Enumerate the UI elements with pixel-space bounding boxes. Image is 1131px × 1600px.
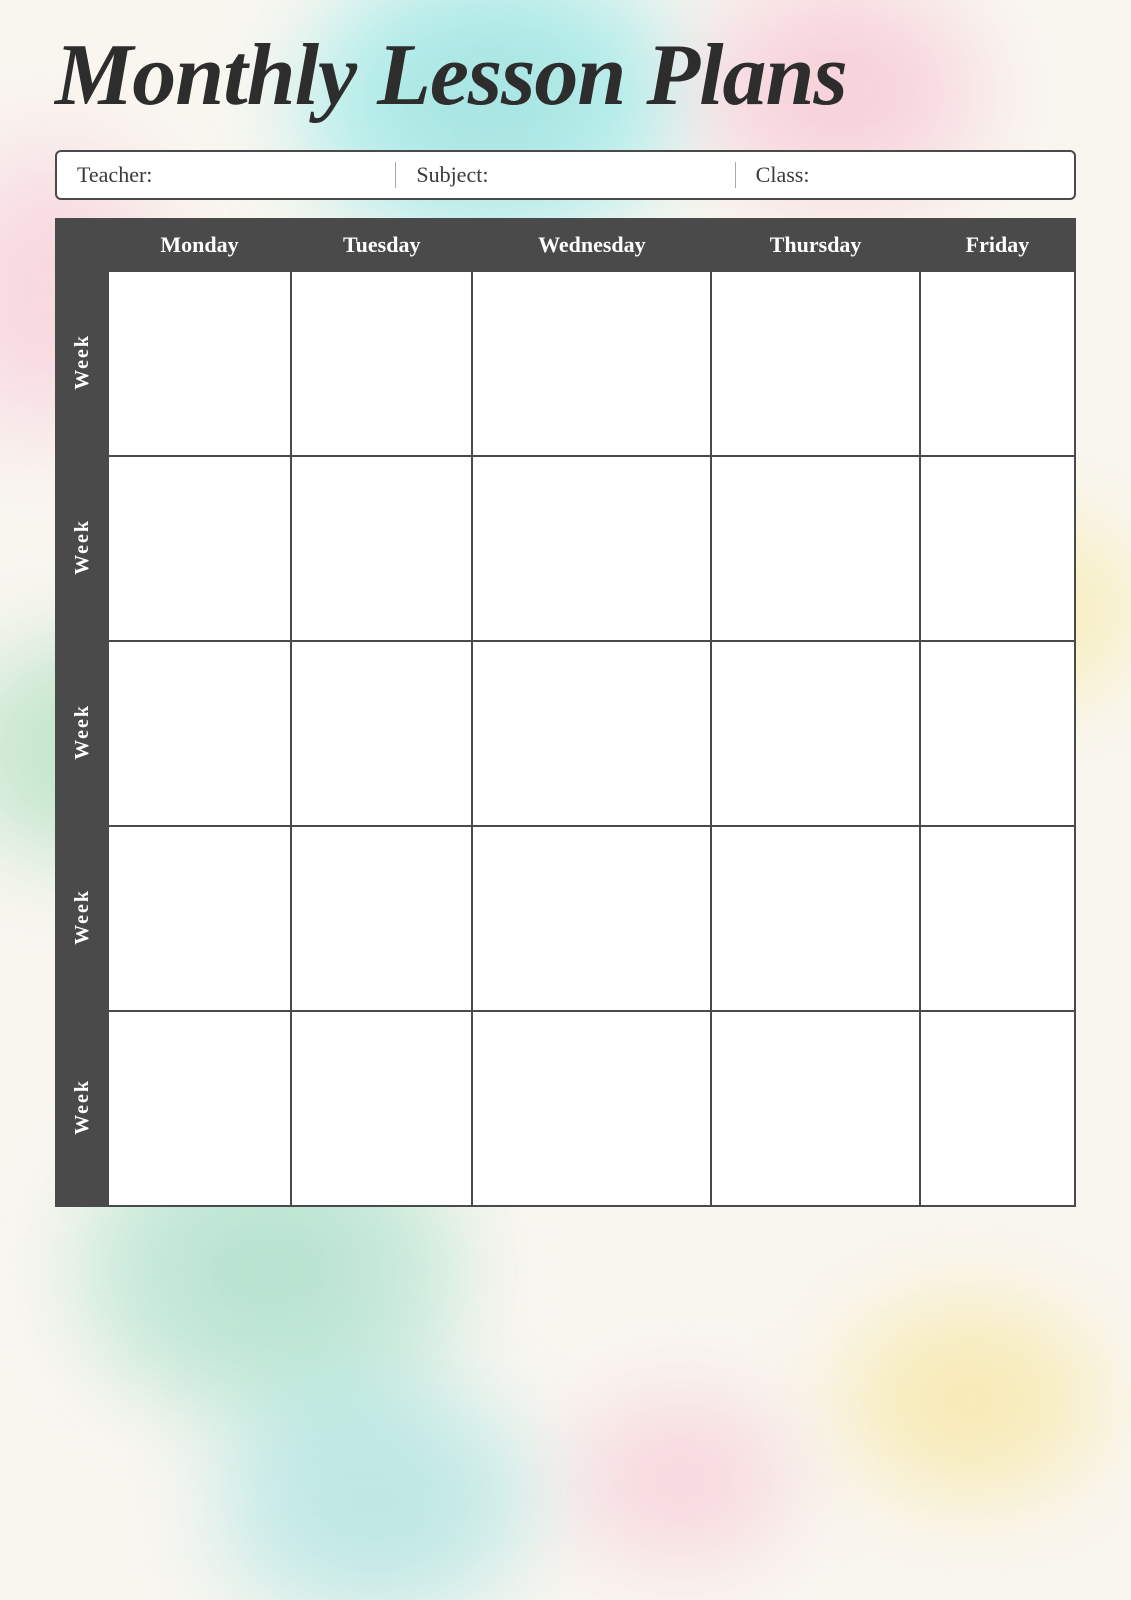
week-label-cell: Week (56, 826, 108, 1011)
subject-field[interactable]: Subject: (416, 162, 735, 188)
corner-header (56, 219, 108, 271)
cell-week1-thursday[interactable] (711, 271, 920, 456)
week-label: Week (71, 704, 94, 760)
week-row: Week (56, 271, 1075, 456)
week-label-cell: Week (56, 271, 108, 456)
cell-week4-wednesday[interactable] (472, 826, 711, 1011)
cell-week1-tuesday[interactable] (291, 271, 472, 456)
week-label-cell: Week (56, 456, 108, 641)
tuesday-header: Tuesday (291, 219, 472, 271)
week-label: Week (71, 334, 94, 390)
monday-header: Monday (108, 219, 291, 271)
cell-week4-thursday[interactable] (711, 826, 920, 1011)
cell-week4-tuesday[interactable] (291, 826, 472, 1011)
cell-week4-friday[interactable] (920, 826, 1075, 1011)
week-row: Week (56, 641, 1075, 826)
cell-week3-friday[interactable] (920, 641, 1075, 826)
cell-week4-monday[interactable] (108, 826, 291, 1011)
cell-week2-monday[interactable] (108, 456, 291, 641)
cell-week3-monday[interactable] (108, 641, 291, 826)
page-title: Monthly Lesson Plans (55, 30, 1076, 122)
week-label-cell: Week (56, 1011, 108, 1206)
cell-week2-wednesday[interactable] (472, 456, 711, 641)
wednesday-header: Wednesday (472, 219, 711, 271)
cell-week1-monday[interactable] (108, 271, 291, 456)
header-row: Monday Tuesday Wednesday Thursday Friday (56, 219, 1075, 271)
week-label: Week (71, 1079, 94, 1135)
cell-week1-friday[interactable] (920, 271, 1075, 456)
week-label: Week (71, 889, 94, 945)
week-row: Week (56, 456, 1075, 641)
cell-week5-monday[interactable] (108, 1011, 291, 1206)
teacher-field[interactable]: Teacher: (77, 162, 396, 188)
info-bar: Teacher: Subject: Class: (55, 150, 1076, 200)
cell-week3-tuesday[interactable] (291, 641, 472, 826)
cell-week5-tuesday[interactable] (291, 1011, 472, 1206)
week-label-cell: Week (56, 641, 108, 826)
week-row: Week (56, 1011, 1075, 1206)
class-field[interactable]: Class: (756, 162, 1054, 188)
friday-header: Friday (920, 219, 1075, 271)
week-label: Week (71, 519, 94, 575)
cell-week5-thursday[interactable] (711, 1011, 920, 1206)
planner-table: Monday Tuesday Wednesday Thursday Friday… (55, 218, 1076, 1207)
cell-week1-wednesday[interactable] (472, 271, 711, 456)
cell-week5-friday[interactable] (920, 1011, 1075, 1206)
cell-week5-wednesday[interactable] (472, 1011, 711, 1206)
cell-week2-friday[interactable] (920, 456, 1075, 641)
cell-week3-wednesday[interactable] (472, 641, 711, 826)
week-row: Week (56, 826, 1075, 1011)
cell-week2-tuesday[interactable] (291, 456, 472, 641)
cell-week3-thursday[interactable] (711, 641, 920, 826)
thursday-header: Thursday (711, 219, 920, 271)
cell-week2-thursday[interactable] (711, 456, 920, 641)
